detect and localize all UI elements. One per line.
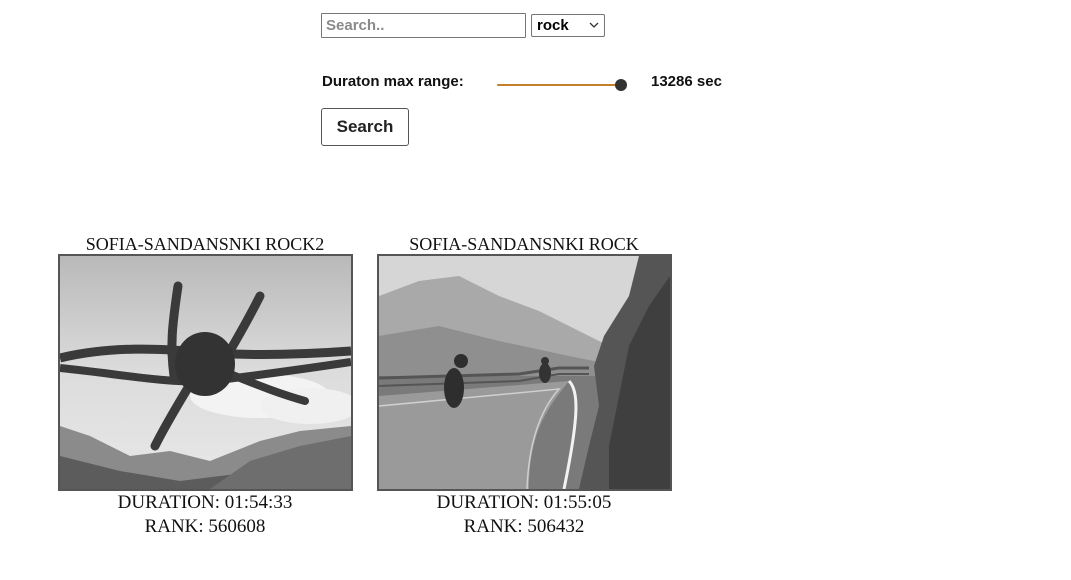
search-input[interactable] (321, 13, 526, 38)
result-thumbnail[interactable] (57, 254, 353, 491)
result-title[interactable]: SOFIA-SANDANSNKI ROCK2 (57, 232, 353, 254)
result-thumbnail[interactable] (376, 254, 672, 491)
duration-range-fill (497, 84, 621, 86)
chevron-down-icon (589, 22, 599, 28)
result-duration: DURATION: 01:55:05 (436, 492, 612, 513)
duration-range-slider[interactable] (497, 75, 627, 95)
result-card[interactable]: SOFIA-SANDANSNKI ROCK DURATION: 01:55:05… (376, 232, 672, 539)
result-rank: RANK: 560608 (144, 516, 266, 537)
duration-range-label: Duraton max range: (322, 73, 464, 90)
duration-range-thumb[interactable] (614, 79, 627, 91)
barbed-wire-photo (59, 256, 351, 489)
result-card[interactable]: SOFIA-SANDANSNKI ROCK2 DURATION: 01:54:3… (57, 232, 353, 539)
duration-range-value: 13286 sec (651, 73, 722, 90)
result-title[interactable]: SOFIA-SANDANSNKI ROCK (376, 232, 672, 254)
genre-select-value: rock (537, 17, 569, 34)
result-rank: RANK: 506432 (463, 516, 585, 537)
result-duration: DURATION: 01:54:33 (117, 492, 293, 513)
mountain-road-motorcycles-photo (378, 256, 670, 489)
search-button[interactable]: Search (321, 108, 409, 146)
genre-select[interactable]: rock (531, 14, 605, 37)
